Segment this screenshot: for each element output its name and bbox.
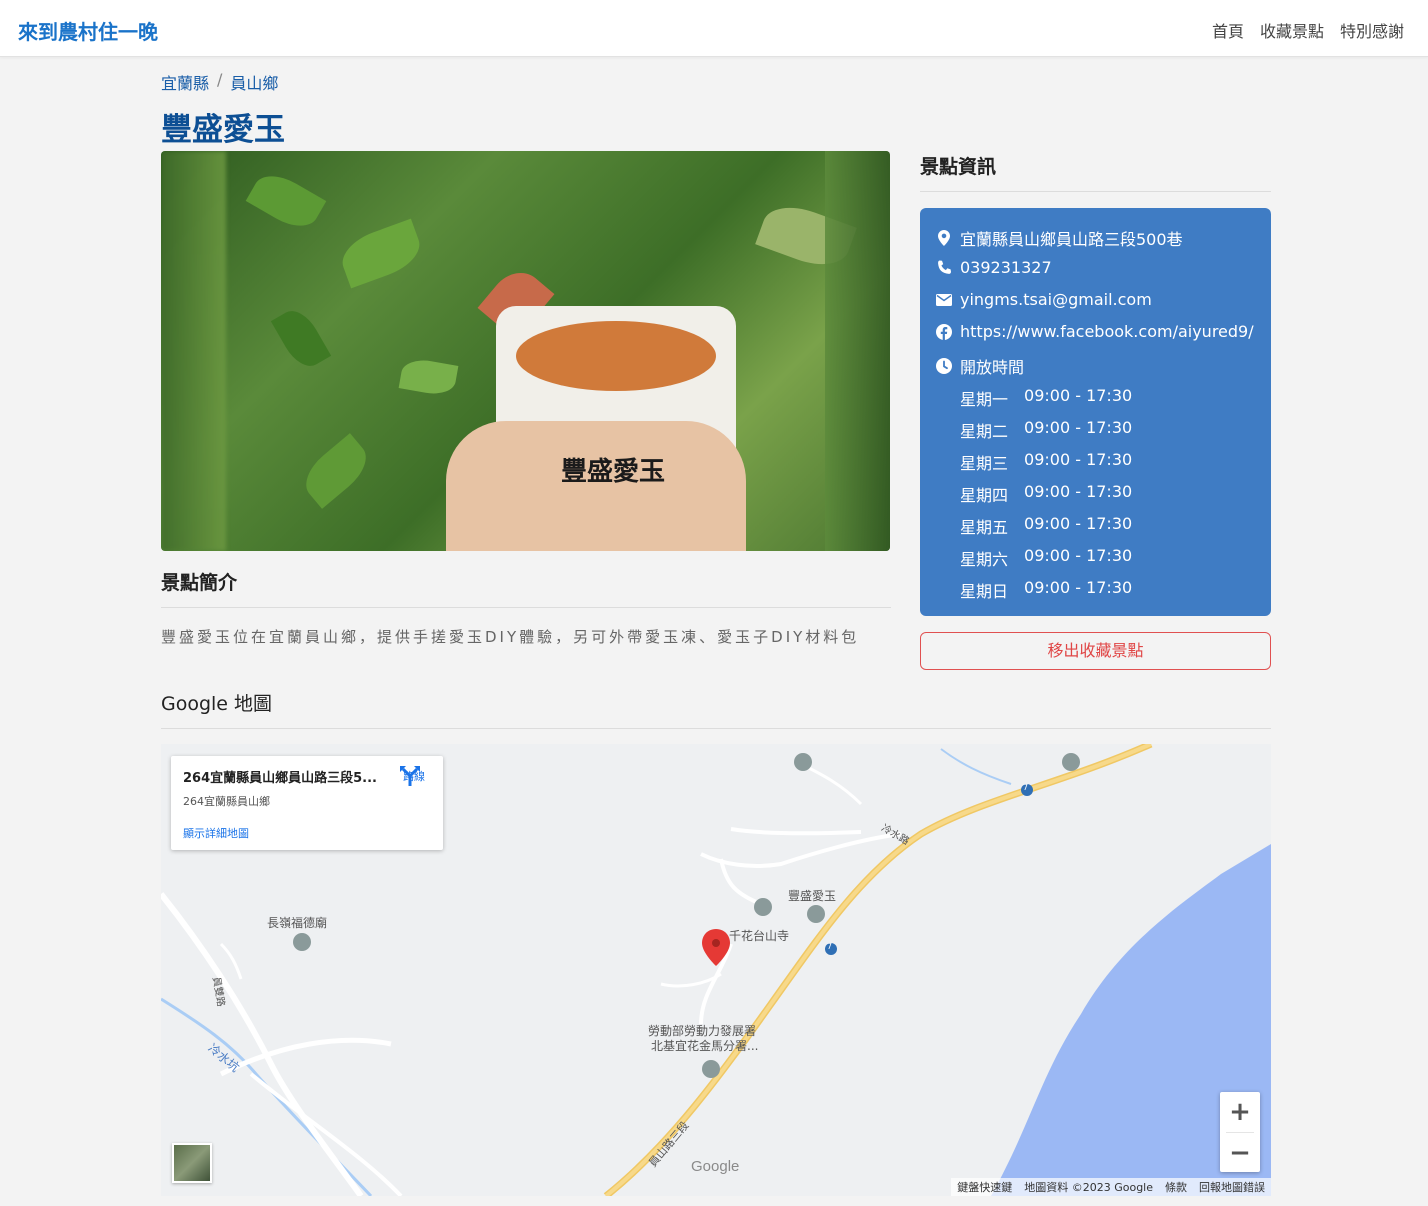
page-title: 豐盛愛玉 <box>161 112 285 148</box>
hours-wednesday: 星期三 09:00 - 17:30 <box>960 450 1132 474</box>
jelly-shape <box>516 321 716 391</box>
breadcrumb-county[interactable]: 宜蘭縣 <box>161 70 209 94</box>
phone-text: 039231327 <box>960 258 1052 277</box>
hours-time: 09:00 - 17:30 <box>1024 578 1133 597</box>
phone-icon <box>936 260 952 276</box>
satellite-toggle[interactable] <box>172 1143 212 1183</box>
keyboard-shortcuts-link[interactable]: 鍵盤快速鍵 <box>957 1179 1012 1195</box>
nav-link-thanks[interactable]: 特別感謝 <box>1340 18 1404 42</box>
divider <box>161 607 891 608</box>
map-pin-icon <box>936 230 952 246</box>
hours-monday: 星期一 09:00 - 17:30 <box>960 386 1132 410</box>
hours-time: 09:00 - 17:30 <box>1024 386 1133 405</box>
info-card: 宜蘭縣員山鄉員山路三段500巷 039231327 yingms.tsai@gm… <box>920 208 1271 616</box>
nav-link-home[interactable]: 首頁 <box>1212 18 1244 42</box>
address-text: 宜蘭縣員山鄉員山路三段500巷 <box>960 230 1183 249</box>
nav-links: 首頁 收藏景點 特別感謝 <box>1212 18 1404 42</box>
hours-sunday: 星期日 09:00 - 17:30 <box>960 578 1132 602</box>
facebook-row: https://www.facebook.com/aiyured9/ <box>936 322 1254 341</box>
google-map[interactable]: 264宜蘭縣員山鄉員山路三段5... 264宜蘭縣員山鄉 顯示詳細地圖 路線 長… <box>161 744 1271 1196</box>
hours-time: 09:00 - 17:30 <box>1024 482 1133 501</box>
map-info-card: 264宜蘭縣員山鄉員山路三段5... 264宜蘭縣員山鄉 顯示詳細地圖 路線 <box>171 756 443 850</box>
map-card-title: 264宜蘭縣員山鄉員山路三段5... <box>183 771 377 786</box>
map-data-attribution: 地圖資料 ©2023 Google <box>1024 1181 1153 1194</box>
hours-saturday: 星期六 09:00 - 17:30 <box>960 546 1132 570</box>
view-larger-map-link[interactable]: 顯示詳細地圖 <box>183 825 249 841</box>
hours-row: 開放時間 <box>936 354 1024 378</box>
email-row: yingms.tsai@gmail.com <box>936 290 1152 309</box>
breadcrumb-separator: / <box>217 70 223 89</box>
clock-icon <box>936 358 952 374</box>
intro-text: 豐盛愛玉位在宜蘭員山鄉，提供手搓愛玉DIY體驗，另可外帶愛玉凍、愛玉子DIY材料… <box>161 628 860 646</box>
cup-logo: 豐盛愛玉 <box>561 457 666 487</box>
divider <box>161 728 1271 729</box>
map-label-agency2[interactable]: 北基宜花金馬分署... <box>651 1037 758 1054</box>
hours-day: 星期五 <box>960 518 1009 537</box>
map-footer: 鍵盤快速鍵 地圖資料 ©2023 Google 條款 回報地圖錯誤 <box>951 1178 1271 1196</box>
google-logo: Google <box>691 1158 740 1175</box>
zoom-control: + − <box>1220 1092 1260 1172</box>
map-heading: Google 地圖 <box>161 693 273 715</box>
hours-day: 星期三 <box>960 454 1009 473</box>
divider <box>920 191 1271 192</box>
hours-day: 星期四 <box>960 486 1009 505</box>
map-label-temple1[interactable]: 長嶺福德廟 <box>267 914 327 931</box>
nav-link-favorites[interactable]: 收藏景點 <box>1260 18 1324 42</box>
terms-link[interactable]: 條款 <box>1165 1179 1187 1195</box>
hours-tuesday: 星期二 09:00 - 17:30 <box>960 418 1132 442</box>
breadcrumb: 宜蘭縣 / 員山鄉 <box>161 70 278 94</box>
map-label-shop[interactable]: 豐盛愛玉 <box>788 887 836 904</box>
route-shield-1: 7 <box>1023 783 1029 792</box>
navbar: 來到農村住一晚 首頁 收藏景點 特別感謝 <box>0 0 1428 57</box>
address-row: 宜蘭縣員山鄉員山路三段500巷 <box>936 226 1183 250</box>
phone-row: 039231327 <box>936 258 1052 277</box>
intro-heading: 景點簡介 <box>161 572 238 594</box>
hours-friday: 星期五 09:00 - 17:30 <box>960 514 1132 538</box>
zoom-out-button[interactable]: − <box>1220 1133 1260 1173</box>
brand-link[interactable]: 來到農村住一晚 <box>18 16 158 45</box>
info-heading: 景點資訊 <box>920 156 997 178</box>
facebook-link[interactable]: https://www.facebook.com/aiyured9/ <box>960 322 1254 341</box>
envelope-icon <box>936 292 952 308</box>
directions-button[interactable]: 路線 <box>399 766 429 786</box>
route-shield-2: 7 <box>827 942 833 951</box>
email-text[interactable]: yingms.tsai@gmail.com <box>960 290 1152 309</box>
hours-time: 09:00 - 17:30 <box>1024 418 1133 437</box>
directions-icon <box>400 766 420 786</box>
hours-day: 星期一 <box>960 390 1009 409</box>
hours-thursday: 星期四 09:00 - 17:30 <box>960 482 1132 506</box>
remove-favorite-button[interactable]: 移出收藏景點 <box>920 632 1271 670</box>
facebook-icon <box>936 323 952 340</box>
report-error-link[interactable]: 回報地圖錯誤 <box>1199 1179 1265 1195</box>
hours-day: 星期日 <box>960 582 1009 601</box>
zoom-in-button[interactable]: + <box>1220 1092 1260 1132</box>
hours-day: 星期二 <box>960 422 1009 441</box>
map-card-subtitle: 264宜蘭縣員山鄉 <box>183 795 270 808</box>
breadcrumb-township[interactable]: 員山鄉 <box>230 70 278 94</box>
hours-time: 09:00 - 17:30 <box>1024 546 1133 565</box>
attraction-photo: 豐盛愛玉 <box>161 151 890 551</box>
map-label-temple2[interactable]: 千花台山寺 <box>729 927 789 944</box>
hours-time: 09:00 - 17:30 <box>1024 514 1133 533</box>
hours-label: 開放時間 <box>960 358 1025 377</box>
hours-time: 09:00 - 17:30 <box>1024 450 1133 469</box>
hours-day: 星期六 <box>960 550 1009 569</box>
